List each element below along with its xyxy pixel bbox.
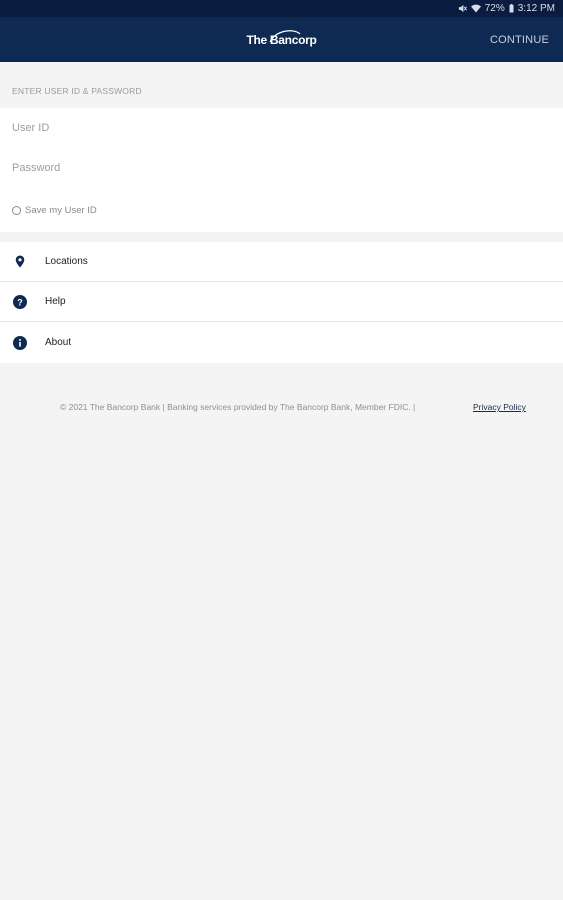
- password-input[interactable]: [12, 162, 563, 174]
- privacy-policy-link[interactable]: Privacy Policy: [473, 402, 526, 412]
- continue-button[interactable]: CONTINUE: [490, 34, 549, 46]
- menu-item-label: Locations: [45, 256, 88, 267]
- user-id-row: [12, 108, 563, 148]
- mute-icon: [458, 4, 467, 13]
- battery-percent: 72%: [484, 3, 505, 14]
- wifi-icon: [470, 4, 481, 13]
- bancorp-logo: The Bancorp: [246, 29, 317, 47]
- login-section-label: ENTER USER ID & PASSWORD: [12, 86, 142, 96]
- location-pin-icon: [13, 255, 27, 269]
- help-icon: ?: [13, 294, 27, 309]
- app-bar: The Bancorp CONTINUE: [0, 17, 563, 62]
- menu-item-label: About: [45, 337, 72, 348]
- footer: © 2021 The Bancorp Bank | Banking servic…: [0, 363, 563, 412]
- menu-item-help[interactable]: ? Help: [0, 282, 563, 322]
- menu-list: Locations ? Help About: [0, 242, 563, 363]
- svg-text:?: ?: [17, 297, 23, 307]
- menu-item-locations[interactable]: Locations: [0, 242, 563, 282]
- save-user-id-label: Save my User ID: [25, 204, 97, 216]
- login-card: Save my User ID: [0, 108, 563, 232]
- status-bar: 72% 3:12 PM: [0, 0, 563, 17]
- logo-swoosh-icon: [269, 29, 301, 42]
- save-user-id-row[interactable]: Save my User ID: [12, 188, 563, 232]
- password-row: [12, 148, 563, 188]
- copyright-text: © 2021 The Bancorp Bank | Banking servic…: [60, 402, 416, 412]
- info-icon: [13, 335, 27, 350]
- battery-icon: [509, 4, 514, 13]
- save-user-id-radio[interactable]: [12, 205, 21, 215]
- menu-item-label: Help: [45, 296, 66, 307]
- clock: 3:12 PM: [517, 3, 555, 14]
- menu-item-about[interactable]: About: [0, 322, 563, 363]
- user-id-input[interactable]: [12, 122, 563, 134]
